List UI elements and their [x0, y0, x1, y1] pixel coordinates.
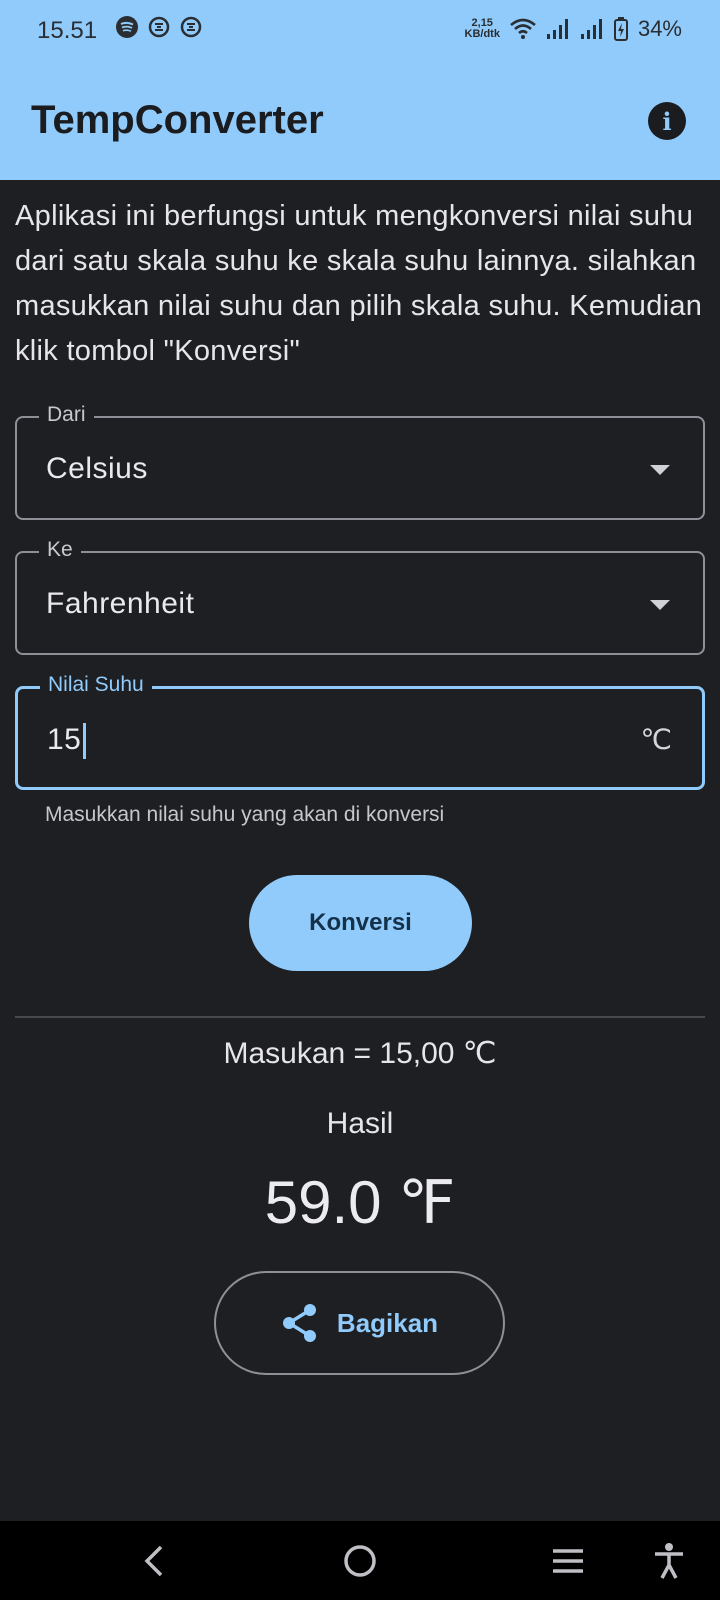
status-system-icons: 2,15 KB/dtk 34%: [465, 16, 682, 42]
to-scale-dropdown[interactable]: Ke Fahrenheit: [15, 538, 705, 655]
spotify-icon: [116, 16, 138, 38]
status-notification-icons: [116, 16, 202, 38]
dropdown-arrow-icon: [650, 465, 670, 475]
temperature-input-value[interactable]: 15: [47, 723, 87, 760]
to-scale-label: Ke: [39, 538, 81, 562]
temperature-unit-suffix: ℃: [640, 724, 672, 755]
text-cursor: [83, 723, 87, 760]
app-title: TempConverter: [31, 98, 324, 142]
to-scale-value: Fahrenheit: [46, 587, 195, 620]
from-scale-label: Dari: [39, 403, 94, 427]
app-bar: 15.51 2,15 KB/dtk 34% TempConverter i: [0, 0, 720, 180]
network-speed-unit: KB/dtk: [464, 28, 500, 40]
status-bar: 15.51 2,15 KB/dtk 34%: [0, 0, 720, 62]
battery-level: 34%: [637, 16, 682, 41]
recents-icon[interactable]: [546, 1539, 590, 1583]
divider: [15, 1016, 705, 1018]
app-icon: [148, 16, 170, 38]
from-scale-value: Celsius: [46, 452, 148, 485]
temperature-input-label: Nilai Suhu: [40, 673, 152, 697]
share-icon: [282, 1304, 316, 1342]
input-summary: Masukan = 15,00 ℃: [223, 1037, 497, 1070]
network-speed: 2,15 KB/dtk: [465, 18, 500, 40]
status-time: 15.51: [37, 17, 98, 44]
convert-button[interactable]: Konversi: [249, 875, 472, 971]
wifi-icon: [510, 18, 536, 39]
accessibility-icon[interactable]: [647, 1539, 691, 1583]
app-icon: [180, 16, 202, 38]
share-button[interactable]: Bagikan: [214, 1271, 505, 1375]
share-button-label: Bagikan: [336, 1307, 439, 1338]
temperature-input-helper: Masukkan nilai suhu yang akan di konvers…: [45, 803, 445, 826]
temperature-input[interactable]: Nilai Suhu 15 ℃: [15, 673, 705, 790]
dropdown-arrow-icon: [650, 600, 670, 610]
back-icon[interactable]: [132, 1539, 176, 1583]
home-icon[interactable]: [338, 1539, 382, 1583]
from-scale-dropdown[interactable]: Dari Celsius: [15, 403, 705, 520]
result-value: 59.0 ℉: [264, 1169, 456, 1236]
signal-icon: [580, 19, 602, 39]
navigation-bar: [0, 1521, 720, 1600]
intro-text: Aplikasi ini berfungsi untuk mengkonvers…: [15, 200, 703, 367]
signal-icon: [546, 19, 568, 39]
temperature-input-text: 15: [47, 723, 82, 756]
result-label: Hasil: [326, 1107, 394, 1140]
info-icon[interactable]: i: [648, 102, 686, 140]
battery-charging-icon: [613, 17, 628, 41]
